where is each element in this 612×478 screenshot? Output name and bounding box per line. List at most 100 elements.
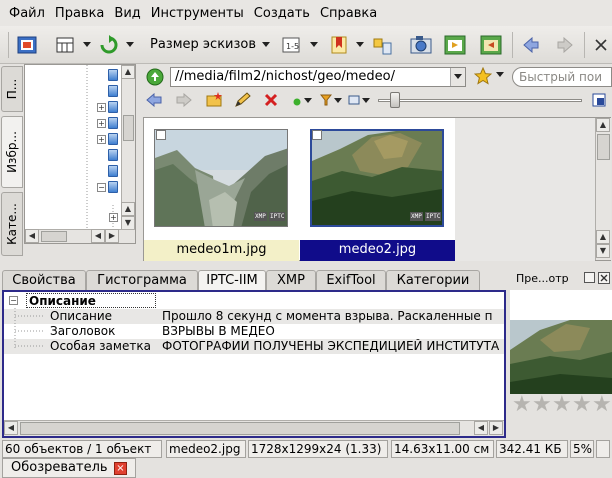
collapse-icon[interactable]: −: [97, 183, 106, 192]
expand-icon[interactable]: +: [109, 213, 118, 222]
thumb-size-slider[interactable]: [378, 99, 582, 102]
chevron-down-icon[interactable]: [126, 42, 134, 47]
thumbnail-image[interactable]: [154, 129, 288, 227]
rating-star-icon[interactable]: ★: [572, 394, 592, 416]
bookmark-button[interactable]: [328, 34, 350, 56]
scroll-up-icon[interactable]: ▲: [121, 65, 135, 79]
chevron-down-icon[interactable]: [356, 42, 364, 47]
section-header[interactable]: − Описание: [4, 293, 504, 308]
slideshow-button[interactable]: 1-5: [280, 34, 302, 56]
path-dropdown-button[interactable]: [450, 68, 465, 86]
folder-icon[interactable]: [108, 181, 118, 193]
scroll-right-icon[interactable]: ▶: [489, 421, 503, 435]
delete-button[interactable]: [264, 93, 278, 110]
scroll-thumb[interactable]: [41, 231, 67, 242]
scroll-thumb[interactable]: [20, 422, 460, 435]
scroll-down-icon[interactable]: ▼: [596, 244, 610, 258]
tree-scrollbar-vertical[interactable]: ▲ ▲ ▼: [121, 65, 135, 231]
go-up-button[interactable]: [146, 68, 164, 89]
thumbnail-item[interactable]: XMP IPTC medeo1m.jpg: [144, 118, 299, 261]
menu-create[interactable]: Создать: [249, 6, 315, 21]
chevron-down-icon[interactable]: [310, 42, 318, 47]
camera-button[interactable]: [410, 34, 432, 56]
menu-file[interactable]: Файл: [4, 6, 50, 21]
tab-histogram[interactable]: Гистограмма: [86, 270, 198, 291]
tab-categories[interactable]: Кате...: [1, 192, 23, 256]
chevron-down-icon[interactable]: [334, 98, 342, 103]
scroll-down-icon[interactable]: ▼: [121, 216, 135, 230]
menu-tools[interactable]: Инструменты: [146, 6, 249, 21]
tab-categories[interactable]: Категории: [386, 270, 480, 291]
select-checkbox[interactable]: [156, 130, 166, 140]
nav-back-button[interactable]: [146, 92, 162, 110]
chevron-down-icon[interactable]: [304, 98, 312, 103]
select-checkbox[interactable]: [312, 130, 322, 140]
expand-icon[interactable]: +: [97, 135, 106, 144]
scroll-thumb[interactable]: [123, 115, 134, 141]
sync-button[interactable]: [98, 34, 120, 56]
folder-icon[interactable]: [108, 149, 118, 161]
chevron-down-icon[interactable]: [496, 72, 504, 77]
chevron-down-icon[interactable]: [262, 42, 270, 47]
tab-exiftool[interactable]: ExifTool: [316, 270, 386, 291]
scroll-right-icon[interactable]: ▶: [105, 229, 119, 243]
preview-pane[interactable]: [510, 290, 612, 394]
new-folder-button[interactable]: [206, 92, 224, 111]
color-label-button[interactable]: [292, 96, 302, 110]
tab-iptc[interactable]: IPTC-IIM: [198, 270, 266, 292]
path-input[interactable]: //media/film2/nichost/geo/medeo/: [170, 67, 466, 87]
folder-tree[interactable]: + + + − + + ▲ ▲ ▼ ◀ ◀ ▶: [24, 64, 136, 244]
folder-icon[interactable]: [108, 101, 118, 113]
scroll-left-icon[interactable]: ◀: [4, 421, 18, 435]
favorites-button[interactable]: [473, 66, 493, 88]
expand-icon[interactable]: +: [97, 119, 106, 128]
close-preview-button[interactable]: [598, 272, 610, 287]
scroll-left-icon[interactable]: ◀: [91, 229, 105, 243]
tab-favorites[interactable]: Избр...: [1, 116, 23, 188]
close-icon[interactable]: ×: [114, 462, 127, 475]
folder-icon[interactable]: [108, 165, 118, 177]
chevron-down-icon[interactable]: [362, 98, 370, 103]
close-button[interactable]: [590, 34, 612, 56]
forward-button[interactable]: [554, 34, 576, 56]
scroll-thumb[interactable]: [597, 134, 610, 160]
iptc-properties-panel[interactable]: − Описание Описание Прошло 8 секунд с мо…: [2, 290, 506, 438]
tab-properties[interactable]: Свойства: [2, 270, 86, 291]
thumbnail-item-selected[interactable]: XMP IPTC medeo2.jpg: [300, 118, 455, 261]
table-row[interactable]: Особая заметка ФОТОГРАФИИ ПОЛУЧЕНЫ ЭКСПЕ…: [4, 339, 504, 354]
tab-folders[interactable]: П...: [1, 66, 23, 112]
quick-search-input[interactable]: Быстрый пои: [512, 67, 612, 87]
folder-icon[interactable]: [108, 69, 118, 81]
table-row[interactable]: Описание Прошло 8 секунд с момента взрыв…: [4, 309, 504, 324]
rating-star-icon[interactable]: ★: [552, 394, 572, 416]
filter-button[interactable]: [319, 94, 333, 109]
thumbs-scrollbar-vertical[interactable]: ▲ ▲ ▼: [595, 118, 611, 260]
folder-icon[interactable]: [108, 117, 118, 129]
table-row[interactable]: Заголовок ВЗРЫВЫ В МЕДЕО: [4, 324, 504, 339]
export-button[interactable]: [480, 34, 502, 56]
back-button[interactable]: [520, 34, 542, 56]
import-button[interactable]: [444, 34, 466, 56]
collapse-icon[interactable]: −: [9, 296, 18, 305]
nav-forward-button[interactable]: [176, 92, 192, 110]
thumbnail-image[interactable]: [310, 129, 444, 227]
menu-edit[interactable]: Правка: [50, 6, 109, 21]
float-icon[interactable]: [584, 272, 595, 283]
scroll-up-icon[interactable]: ▲: [596, 118, 610, 132]
scroll-up-icon[interactable]: ▲: [596, 230, 610, 244]
rating-star-icon[interactable]: ★: [512, 394, 532, 416]
scroll-left-icon[interactable]: ◀: [25, 229, 39, 243]
compare-button[interactable]: [372, 34, 394, 56]
view-mode-button[interactable]: [54, 34, 76, 56]
tab-xmp[interactable]: XMP: [266, 270, 316, 291]
rating-star-icon[interactable]: ★: [592, 394, 612, 416]
rename-button[interactable]: [234, 92, 252, 111]
thumbnail-grid[interactable]: XMP IPTC medeo1m.jpg XMP IPTC medeo2.jpg…: [143, 117, 611, 261]
menu-view[interactable]: Вид: [109, 6, 145, 21]
chevron-down-icon[interactable]: [83, 42, 91, 47]
tree-scrollbar-horizontal[interactable]: ◀ ◀ ▶: [25, 229, 135, 243]
scroll-left-icon[interactable]: ◀: [474, 421, 488, 435]
menu-help[interactable]: Справка: [315, 6, 382, 21]
scroll-up-icon[interactable]: ▲: [121, 202, 135, 216]
folder-icon[interactable]: [108, 133, 118, 145]
